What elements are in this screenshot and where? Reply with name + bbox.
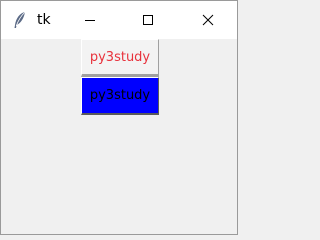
- close-icon: [202, 11, 214, 30]
- client-area: py3study py3study: [1, 39, 237, 234]
- py3study-button-blue[interactable]: py3study: [81, 77, 159, 115]
- minimize-icon: [84, 11, 96, 30]
- maximize-button[interactable]: [125, 1, 171, 39]
- window-title: tk: [37, 12, 51, 28]
- title-bar[interactable]: tk: [1, 1, 237, 39]
- close-button[interactable]: [185, 1, 231, 39]
- feather-icon: [13, 11, 27, 29]
- maximize-icon: [142, 11, 154, 30]
- tk-window: tk py3study py3study: [0, 0, 238, 235]
- minimize-button[interactable]: [67, 1, 113, 39]
- py3study-button-red[interactable]: py3study: [81, 39, 159, 77]
